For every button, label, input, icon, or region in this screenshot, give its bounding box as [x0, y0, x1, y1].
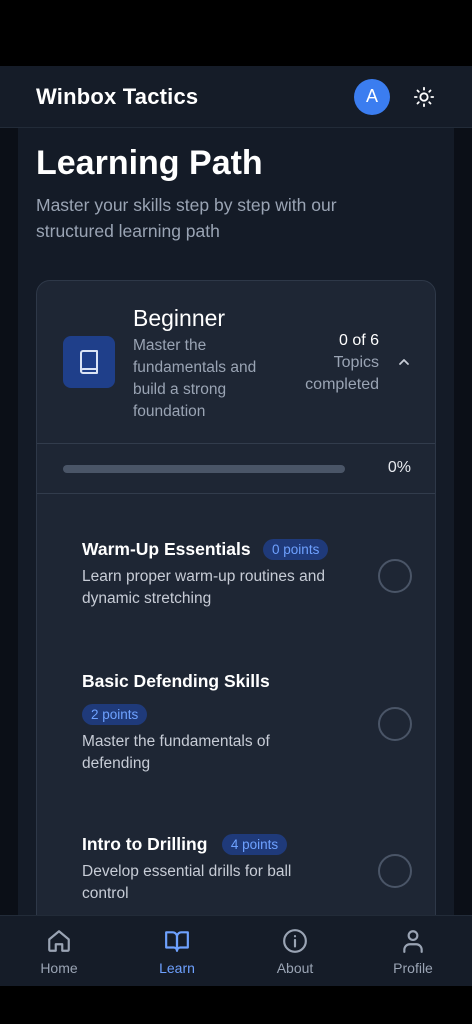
level-completed-count: 0 of 6	[338, 332, 379, 349]
topic-description: Develop essential drills for ball contro…	[82, 863, 292, 902]
page-subtitle: Master your skills step by step with our…	[36, 195, 337, 241]
level-card-beginner: Beginner Master the fundamentals and bui…	[36, 280, 436, 916]
user-icon	[403, 930, 423, 953]
level-description: Master the fundamentals and build a stro…	[133, 337, 257, 420]
bottom-nav: Home Learn About Profile	[0, 915, 472, 986]
nav-home-label: Home	[40, 960, 78, 976]
level-completed-label-1: Topics	[333, 354, 379, 371]
level-icon-badge	[63, 336, 115, 388]
progress-bar	[63, 465, 345, 473]
avatar[interactable]: A	[354, 78, 390, 115]
nav-profile[interactable]: Profile	[354, 916, 472, 986]
topic-title: Basic Defending Skills	[82, 671, 270, 691]
collapse-button[interactable]	[397, 355, 411, 369]
level-name: Beginner	[133, 305, 226, 331]
home-icon	[48, 930, 70, 952]
points-badge: 0 points	[263, 539, 329, 560]
topic-title: Warm-Up Essentials	[82, 539, 251, 559]
level-header[interactable]: Beginner Master the fundamentals and bui…	[37, 281, 435, 444]
chevron-up-icon	[399, 359, 409, 365]
app-header: Winbox Tactics A	[0, 66, 472, 128]
topic-item[interactable]: Intro to Drilling 4 points Develop essen…	[82, 834, 412, 905]
level-stats: 0 of 6 Topics completed	[269, 330, 379, 396]
nav-about-label: About	[276, 960, 314, 976]
topic-complete-checkbox[interactable]	[378, 854, 412, 888]
nav-about[interactable]: About	[236, 916, 354, 986]
topic-complete-checkbox[interactable]	[378, 559, 412, 593]
topic-complete-checkbox[interactable]	[378, 707, 412, 741]
info-icon	[283, 929, 307, 953]
main-content: Learning Path Master your skills step by…	[18, 128, 454, 916]
topic-item[interactable]: Basic Defending Skills 2 points Master t…	[82, 671, 412, 775]
nav-learn[interactable]: Learn	[118, 916, 236, 986]
nav-home[interactable]: Home	[0, 916, 118, 986]
topic-title: Intro to Drilling	[82, 834, 208, 854]
progress-percent: 0%	[387, 459, 411, 476]
topic-item[interactable]: Warm-Up Essentials 0 points Learn proper…	[82, 539, 412, 610]
app-title: Winbox Tactics	[36, 83, 199, 109]
sun-icon	[413, 86, 435, 107]
points-badge: 2 points	[82, 704, 148, 725]
nav-learn-label: Learn	[159, 960, 195, 976]
app: Winbox Tactics A Learning Path Master yo…	[0, 66, 472, 986]
level-progress: 0%	[37, 444, 435, 494]
book-icon	[80, 350, 98, 374]
system-nav-bar	[0, 986, 472, 1024]
book-open-icon	[165, 931, 189, 952]
nav-profile-label: Profile	[393, 960, 433, 976]
status-bar	[0, 0, 472, 66]
page-title: Learning Path	[36, 144, 263, 182]
theme-toggle-button[interactable]	[412, 85, 436, 109]
level-completed-label-2: completed	[305, 376, 379, 393]
topic-description: Learn proper warm-up routines and dynami…	[82, 568, 325, 607]
points-badge: 4 points	[221, 834, 288, 855]
topic-description: Master the fundamentals of defending	[82, 733, 270, 772]
